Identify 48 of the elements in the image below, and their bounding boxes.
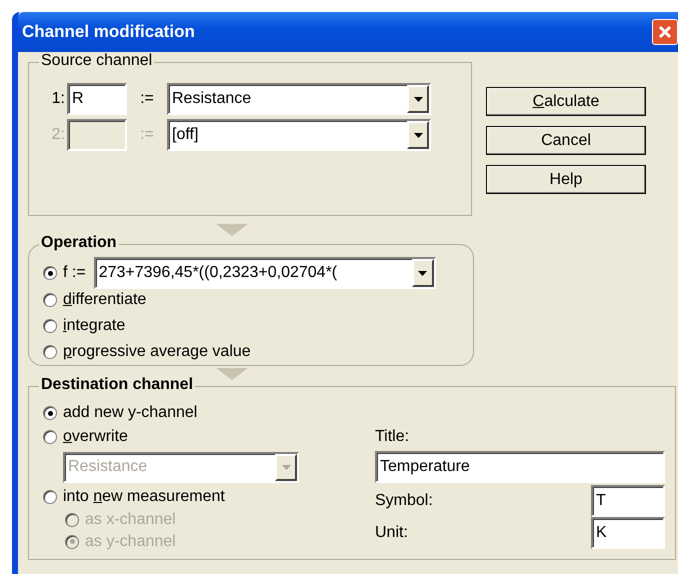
- symbol-field[interactable]: [67, 119, 127, 151]
- down-triangle-icon: [216, 224, 248, 236]
- field-value: R: [72, 89, 84, 109]
- title-field[interactable]: Temperature: [375, 451, 665, 483]
- radio-button[interactable]: [43, 406, 57, 420]
- symbol-field[interactable]: T: [591, 485, 665, 517]
- symbol-field[interactable]: R: [67, 83, 127, 115]
- dropdown[interactable]: 273+7396,45*((0,2323+0,02704*(: [94, 257, 436, 289]
- field-value: Temperature: [380, 457, 470, 477]
- radio-button[interactable]: [43, 345, 57, 359]
- field-label: Unit:: [375, 523, 408, 543]
- close-icon: [657, 24, 673, 40]
- row-number: 2:: [50, 125, 65, 145]
- dropdown-button[interactable]: [407, 121, 429, 149]
- window-title: Channel modification: [22, 21, 195, 44]
- radio-label[interactable]: differentiate: [63, 288, 146, 312]
- caret-icon: [414, 96, 422, 102]
- assign-label: :=: [139, 89, 155, 109]
- radio-label[interactable]: progressive average value: [63, 340, 251, 364]
- radio-button[interactable]: [43, 266, 57, 280]
- radio-button[interactable]: [43, 430, 57, 444]
- radio-label[interactable]: integrate: [63, 314, 126, 338]
- radio-label[interactable]: overwrite: [63, 425, 128, 450]
- assign-label: :=: [139, 125, 155, 145]
- dialog-button[interactable]: Cancel: [486, 126, 646, 155]
- radio-label[interactable]: f :=: [63, 261, 86, 285]
- radio-button[interactable]: [43, 319, 57, 333]
- radio-button[interactable]: [43, 490, 57, 504]
- dropdown-button[interactable]: [412, 259, 434, 287]
- close-button[interactable]: [652, 19, 678, 45]
- field-label: Symbol:: [375, 491, 433, 511]
- field-label: Title:: [375, 427, 410, 447]
- field-value: K: [596, 523, 607, 543]
- dialog-button[interactable]: Help: [486, 165, 646, 194]
- unit-field[interactable]: K: [591, 517, 665, 549]
- caret-icon: [414, 132, 422, 138]
- field-value: T: [596, 491, 606, 511]
- radio-button[interactable]: [43, 293, 57, 307]
- radio-label[interactable]: into new measurement: [63, 484, 225, 509]
- group-label: Operation: [39, 234, 119, 252]
- row-number: 1:: [50, 89, 65, 109]
- down-triangle-icon: [216, 368, 248, 380]
- caret-icon: [282, 464, 290, 470]
- radio-label[interactable]: add new y-channel: [63, 401, 198, 426]
- caret-icon: [418, 270, 428, 276]
- dropdown[interactable]: Resistance: [167, 83, 431, 115]
- dialog-button[interactable]: Calculate: [486, 87, 646, 116]
- dropdown-button[interactable]: [407, 85, 429, 113]
